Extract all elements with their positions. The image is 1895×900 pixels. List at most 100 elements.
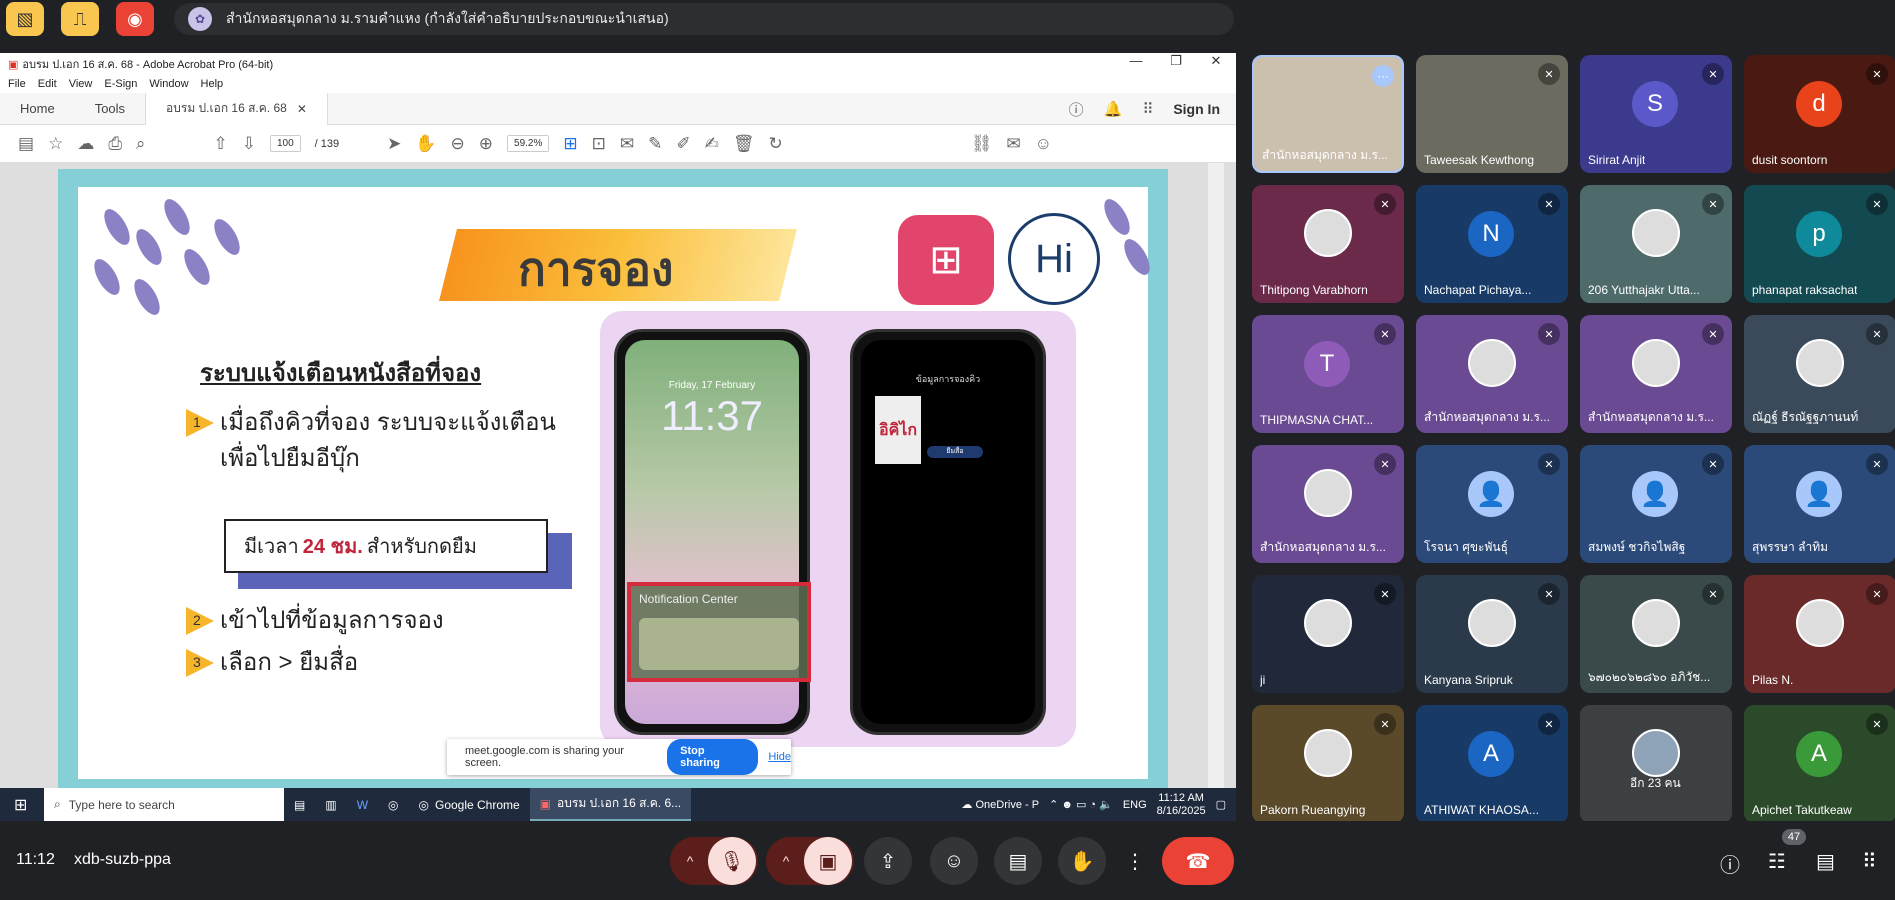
participant-tile[interactable]: ✕ สำนักหอสมุดกลาง ม.ร...	[1252, 445, 1404, 563]
upload-icon[interactable]: ☁	[77, 134, 94, 154]
notification-icon[interactable]: ▢	[1216, 798, 1226, 811]
zoom-in-icon[interactable]: ⊕	[479, 134, 493, 154]
present-icon[interactable]: ⇪	[864, 837, 912, 885]
participant-tile[interactable]: ✕ Pakorn Rueangying	[1252, 705, 1404, 823]
vertical-scrollbar[interactable]	[1208, 163, 1224, 788]
participant-tile[interactable]: A ✕ ATHIWAT KHAOSA...	[1416, 705, 1568, 823]
minimize-icon[interactable]: —	[1116, 53, 1156, 69]
participant-tile[interactable]: d ✕ dusit soontorn	[1744, 55, 1895, 173]
tab-close-icon[interactable]: ✕	[297, 102, 307, 116]
menu-edit[interactable]: Edit	[38, 78, 57, 90]
participant-tile[interactable]: อีก 23 คน	[1580, 705, 1732, 823]
participant-tile[interactable]: ✕ Kanyana Sripruk	[1416, 575, 1568, 693]
zoom-level-select[interactable]: 59.2%	[507, 135, 550, 152]
zoom-out-icon[interactable]: ⊖	[451, 134, 465, 154]
more-options-icon[interactable]: ⋯	[1372, 65, 1394, 87]
share-user-icon[interactable]: ☺	[1035, 134, 1052, 154]
page-up-icon[interactable]: ⇧	[213, 134, 227, 154]
taskbar-clock[interactable]: 11:12 AM 8/16/2025	[1157, 792, 1206, 818]
end-call-button[interactable]: ☎	[1162, 837, 1234, 885]
print-icon[interactable]: ⎙	[108, 134, 122, 154]
menu-help[interactable]: Help	[201, 78, 224, 90]
stop-sharing-button[interactable]: Stop sharing	[667, 739, 759, 775]
camera-off-icon[interactable]: ▣	[804, 837, 852, 885]
participant-tile[interactable]: N ✕ Nachapat Pichaya...	[1416, 185, 1568, 303]
taskbar-app-icon[interactable]: ▤	[284, 788, 315, 821]
word-icon[interactable]: W	[347, 788, 378, 821]
raise-hand-icon[interactable]: ✋	[1058, 837, 1106, 885]
tab-home[interactable]: Home	[0, 93, 75, 125]
tab-tools[interactable]: Tools	[75, 93, 145, 125]
tray-icons[interactable]: ⌃ ☻ ▭ ◔ 🔈	[1049, 798, 1113, 811]
participant-tile[interactable]: ✕ Thitipong Varabhorn	[1252, 185, 1404, 303]
taskbar-app-icon[interactable]: ▥	[315, 788, 346, 821]
hand-tool-icon[interactable]: ✋	[415, 134, 436, 154]
draw-icon[interactable]: ✐	[676, 134, 690, 154]
rotate-icon[interactable]: ↻	[768, 134, 782, 154]
participant-tile[interactable]: ✕ ji	[1252, 575, 1404, 693]
save-icon[interactable]: ▤	[18, 134, 34, 154]
participant-tile[interactable]: ✕ Pilas N.	[1744, 575, 1895, 693]
sign-in-button[interactable]: Sign In	[1173, 101, 1220, 117]
measure-icon[interactable]: ⊡	[592, 134, 606, 154]
record-icon-button[interactable]: ◉	[116, 2, 154, 36]
captions-icon[interactable]: ▤	[994, 837, 1042, 885]
select-cursor-icon[interactable]: ➤	[387, 134, 401, 154]
bell-icon[interactable]: 🔔	[1104, 100, 1123, 118]
activities-icon[interactable]: ⠿	[1862, 849, 1877, 874]
presenter-banner[interactable]: ✿ สำนักหอสมุดกลาง ม.รามคำแหง (กำลังใส่คำ…	[174, 3, 1234, 35]
participant-tile[interactable]: S ✕ Sirirat Anjit	[1580, 55, 1732, 173]
menu-file[interactable]: File	[8, 78, 26, 90]
participant-tile[interactable]: p ✕ phanapat raksachat	[1744, 185, 1895, 303]
tab-document[interactable]: อบรม ป.เอก 16 ส.ค. 68 ✕	[145, 92, 328, 125]
email-icon[interactable]: ✉	[1006, 134, 1020, 154]
document-area[interactable]: การจอง ⊞ Hi ระบบแจ้งเตือนหนังสือที่จอง 1…	[0, 163, 1236, 789]
participant-tile[interactable]: ✕ ณัฏฐ์ ธีรณัฐฐภานนท์	[1744, 315, 1895, 433]
camera-options-chevron-icon[interactable]: ^	[768, 853, 804, 869]
delete-icon[interactable]: 🗑	[733, 134, 755, 154]
participant-tile[interactable]: ✕ Taweesak Kewthong	[1416, 55, 1568, 173]
participant-tile[interactable]: ✕ ๖๗๐๒๐๖๒๘๖๐ อภิวัช...	[1580, 575, 1732, 693]
link-icon[interactable]: ⛓	[971, 134, 993, 154]
edit-text-icon[interactable]: ✍	[705, 134, 719, 154]
participant-tile[interactable]: A ✕ Apichet Takutkeaw	[1744, 705, 1895, 823]
presentation-icon-button[interactable]: ▧	[6, 2, 44, 36]
participant-tile[interactable]: 👤 ✕ โรจนา ศุขะพันธุ์	[1416, 445, 1568, 563]
chrome-icon[interactable]: ◎	[378, 788, 408, 821]
fit-page-icon[interactable]: ⊞	[563, 134, 577, 154]
taskbar-acrobat[interactable]: ▣ อบรม ป.เอก 16 ส.ค. 6...	[529, 788, 692, 821]
taskbar-chrome[interactable]: ◎ Google Chrome	[409, 788, 530, 821]
participant-tile[interactable]: ✕ สำนักหอสมุดกลาง ม.ร...	[1416, 315, 1568, 433]
restore-icon[interactable]: ❐	[1156, 53, 1196, 69]
apps-grid-icon[interactable]: ⠿	[1142, 100, 1153, 118]
participant-tile[interactable]: 👤 ✕ สุพรรษา ลำทิม	[1744, 445, 1895, 563]
participant-tile[interactable]: T ✕ THIPMASNA CHAT...	[1252, 315, 1404, 433]
menu-window[interactable]: Window	[149, 78, 188, 90]
participant-tile[interactable]: ✕ สำนักหอสมุดกลาง ม.ร...	[1580, 315, 1732, 433]
menu-view[interactable]: View	[69, 78, 93, 90]
page-number-input[interactable]: 100	[269, 135, 301, 152]
close-icon[interactable]: ✕	[1196, 53, 1236, 69]
mic-options-chevron-icon[interactable]: ^	[672, 853, 708, 869]
comment-icon[interactable]: ✉	[620, 134, 634, 154]
windows-start-icon[interactable]: ⊞	[14, 795, 27, 815]
search-icon[interactable]: ⌕	[136, 134, 146, 154]
mic-off-icon[interactable]: 🎙	[708, 837, 756, 885]
chat-icon[interactable]: ▤	[1816, 849, 1835, 874]
page-down-icon[interactable]: ⇩	[242, 134, 256, 154]
participant-tile[interactable]: 👤 ✕ สมพงษ์ ชวกิจไพสิฐ	[1580, 445, 1732, 563]
meeting-info-icon[interactable]: ⓘ	[1720, 849, 1740, 878]
participant-tile[interactable]: ✕ 206 Yutthajakr Utta...	[1580, 185, 1732, 303]
menu-esign[interactable]: E-Sign	[104, 78, 137, 90]
more-options-icon[interactable]: ⋮	[1118, 837, 1152, 885]
participant-tile[interactable]: ⋯ สำนักหอสมุดกลาง ม.ร...	[1252, 55, 1404, 173]
onedrive-item[interactable]: ☁ OneDrive - P	[961, 798, 1039, 811]
hide-link[interactable]: Hide	[768, 751, 791, 763]
taskbar-search[interactable]: ⌕ Type here to search	[44, 788, 284, 821]
people-icon[interactable]: ☷	[1768, 849, 1786, 874]
highlight-icon[interactable]: ✎	[648, 134, 662, 154]
language-indicator[interactable]: ENG	[1123, 799, 1147, 811]
star-icon[interactable]: ☆	[48, 134, 63, 154]
emoji-icon[interactable]: ☺	[930, 837, 978, 885]
layout-icon-button[interactable]: ⎍	[61, 2, 99, 36]
